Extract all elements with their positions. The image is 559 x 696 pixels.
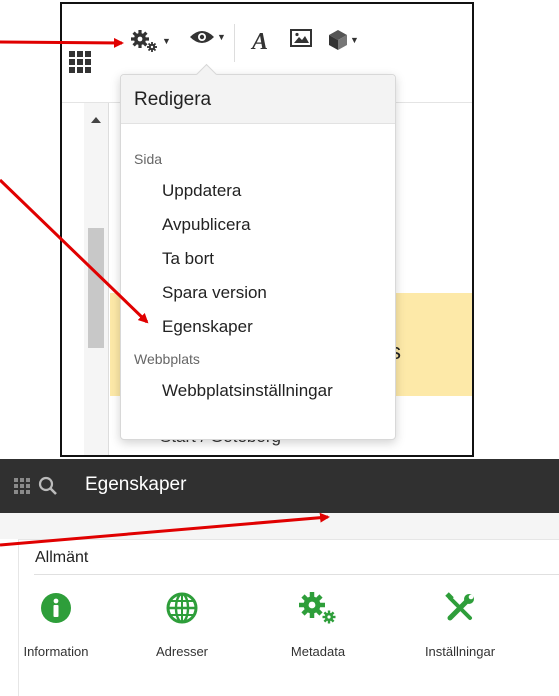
scroll-up-icon[interactable] bbox=[91, 117, 101, 123]
panel-background bbox=[0, 513, 559, 539]
general-panel: Allmänt Information Adresser Metadata In… bbox=[18, 539, 559, 696]
scrollbar[interactable] bbox=[84, 103, 109, 455]
font-button[interactable]: A bbox=[252, 29, 268, 56]
tile-label: Adresser bbox=[155, 644, 209, 659]
chevron-down-icon: ▼ bbox=[350, 35, 359, 45]
info-icon bbox=[41, 593, 71, 623]
tile-label: Information bbox=[23, 644, 89, 659]
gear-icon bbox=[299, 592, 336, 624]
menu-item-uppdatera[interactable]: Uppdatera bbox=[162, 181, 241, 201]
section-label-site: Webbplats bbox=[134, 351, 200, 367]
search-icon[interactable] bbox=[38, 476, 58, 501]
editor-toolbar: ▼ ▼ A ▼ bbox=[62, 4, 472, 84]
font-icon: A bbox=[252, 29, 269, 55]
image-icon bbox=[290, 29, 312, 47]
menu-item-spara-version[interactable]: Spara version bbox=[162, 283, 267, 303]
chevron-down-icon: ▼ bbox=[217, 32, 226, 42]
bottom-screenshot: Egenskaper Allmänt Information Adresser … bbox=[0, 459, 559, 696]
box-button[interactable]: ▼ bbox=[328, 29, 359, 51]
scroll-thumb[interactable] bbox=[88, 228, 104, 348]
edit-dropdown-menu: Redigera Sida Uppdatera Avpublicera Ta b… bbox=[120, 63, 396, 440]
box-icon bbox=[329, 30, 347, 50]
menu-item-egenskaper[interactable]: Egenskaper bbox=[162, 317, 253, 337]
editor-frame: ▼ ▼ A ▼ Redigera Sida Uppdatera Avpublic… bbox=[60, 2, 474, 457]
dropdown-title: Redigera bbox=[134, 89, 212, 110]
page-title: Egenskaper bbox=[85, 474, 187, 495]
chevron-down-icon: ▼ bbox=[162, 36, 171, 46]
grid-icon[interactable] bbox=[69, 51, 91, 73]
gear-icon bbox=[131, 30, 157, 52]
menu-item-avpublicera[interactable]: Avpublicera bbox=[162, 215, 251, 235]
globe-icon bbox=[166, 592, 198, 624]
menu-item-ta-bort[interactable]: Ta bort bbox=[162, 249, 214, 269]
gear-button[interactable]: ▼ bbox=[130, 29, 171, 53]
tile-installningar[interactable]: Inställningar bbox=[405, 588, 515, 659]
toolbar-divider bbox=[234, 24, 235, 62]
tile-adresser[interactable]: Adresser bbox=[127, 588, 237, 659]
image-button[interactable] bbox=[290, 29, 312, 47]
panel-divider bbox=[34, 574, 559, 575]
tile-metadata[interactable]: Metadata bbox=[263, 588, 373, 659]
panel-heading: Allmänt bbox=[35, 549, 89, 566]
tile-label: Inställningar bbox=[424, 644, 496, 659]
tile-information[interactable]: Information bbox=[1, 588, 111, 659]
wrench-screwdriver-icon bbox=[445, 592, 474, 621]
tile-label: Metadata bbox=[290, 644, 346, 659]
eye-icon bbox=[190, 31, 214, 43]
top-screenshot: ▼ ▼ A ▼ Redigera Sida Uppdatera Avpublic… bbox=[0, 0, 559, 457]
grid-icon[interactable] bbox=[14, 478, 30, 499]
menu-item-webbplatsinstallningar[interactable]: Webbplatsinställningar bbox=[162, 381, 333, 401]
dropdown-header: Redigera bbox=[121, 75, 395, 124]
properties-header-bar: Egenskaper bbox=[0, 459, 559, 513]
eye-button[interactable]: ▼ bbox=[189, 29, 226, 45]
section-label-page: Sida bbox=[134, 151, 163, 167]
